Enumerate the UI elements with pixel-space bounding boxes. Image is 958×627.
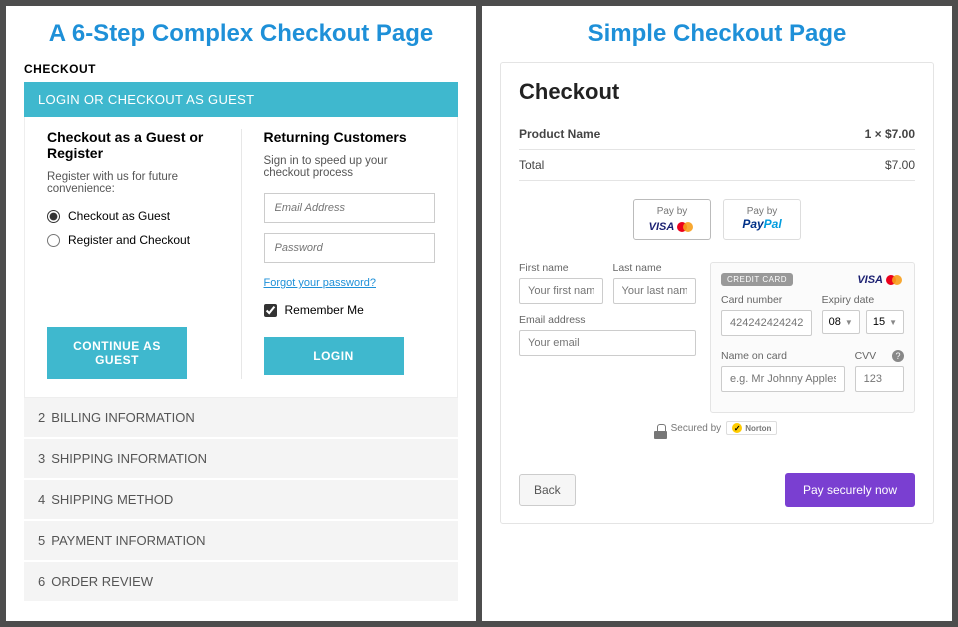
complex-checkout-panel: A 6-Step Complex Checkout Page CHECKOUT … bbox=[6, 6, 476, 621]
expiry-year-select[interactable]: 15▼ bbox=[866, 310, 904, 334]
last-name-label: Last name bbox=[613, 262, 697, 274]
radio-register-and-checkout[interactable]: Register and Checkout bbox=[47, 233, 219, 247]
product-name: Product Name bbox=[519, 127, 600, 141]
chevron-down-icon: ▼ bbox=[889, 318, 897, 327]
cvv-label-row: CVV ? bbox=[855, 350, 904, 362]
remember-me[interactable]: Remember Me bbox=[264, 303, 436, 317]
email-input-simple[interactable] bbox=[519, 330, 696, 356]
step-2[interactable]: 2BILLING INFORMATION bbox=[24, 398, 458, 439]
visa-icon-small: VISA bbox=[857, 274, 883, 286]
secured-by: Secured by ✓Norton bbox=[519, 421, 915, 435]
last-name-input[interactable] bbox=[613, 278, 697, 304]
payby-label-card: Pay by bbox=[640, 206, 704, 217]
payment-options: Pay by VISA Pay by PayPal bbox=[519, 199, 915, 240]
lock-icon bbox=[657, 424, 666, 433]
checkout-heading: CHECKOUT bbox=[24, 62, 458, 76]
step-4[interactable]: 4SHIPPING METHOD bbox=[24, 480, 458, 521]
guest-heading: Checkout as a Guest or Register bbox=[47, 129, 219, 161]
guest-hint: Register with us for future convenience: bbox=[47, 171, 219, 195]
cvv-input[interactable] bbox=[855, 366, 904, 392]
back-button[interactable]: Back bbox=[519, 474, 576, 506]
mastercard-icon bbox=[677, 221, 695, 233]
visa-icon: VISA bbox=[649, 221, 675, 233]
cvv-label: CVV bbox=[855, 350, 877, 362]
first-name-input[interactable] bbox=[519, 278, 603, 304]
total-line: Total $7.00 bbox=[519, 150, 915, 181]
credit-card-pill: CREDIT CARD bbox=[721, 273, 793, 286]
email-input[interactable] bbox=[264, 193, 436, 223]
returning-column: Returning Customers Sign in to speed up … bbox=[241, 129, 444, 379]
checkout-card: Checkout Product Name 1 × $7.00 Total $7… bbox=[500, 62, 934, 524]
card-number-input[interactable] bbox=[721, 310, 812, 336]
norton-badge: ✓Norton bbox=[726, 421, 777, 435]
pay-by-card-tile[interactable]: Pay by VISA bbox=[633, 199, 711, 240]
card-number-label: Card number bbox=[721, 294, 812, 306]
customer-form: First name Last name Email address bbox=[519, 262, 696, 413]
step-5[interactable]: 5PAYMENT INFORMATION bbox=[24, 521, 458, 562]
guest-column: Checkout as a Guest or Register Register… bbox=[39, 129, 227, 379]
mastercard-icon-small bbox=[886, 274, 904, 286]
simple-checkout-panel: Simple Checkout Page Checkout Product Na… bbox=[482, 6, 952, 621]
radio-register-input[interactable] bbox=[47, 234, 60, 247]
login-button[interactable]: LOGIN bbox=[264, 337, 404, 375]
payby-label-paypal: Pay by bbox=[730, 206, 794, 217]
checkout-heading-simple: Checkout bbox=[519, 79, 915, 105]
total-value: $7.00 bbox=[885, 158, 915, 172]
radio-guest-input[interactable] bbox=[47, 210, 60, 223]
expiry-month-select[interactable]: 08▼ bbox=[822, 310, 860, 334]
step1-body: Checkout as a Guest or Register Register… bbox=[24, 117, 458, 398]
product-qty-price: 1 × $7.00 bbox=[865, 127, 915, 141]
email-label: Email address bbox=[519, 314, 696, 326]
step-6[interactable]: 6ORDER REVIEW bbox=[24, 562, 458, 603]
first-name-label: First name bbox=[519, 262, 603, 274]
credit-card-box: CREDIT CARD VISA Card number Expiry date… bbox=[710, 262, 915, 413]
expiry-label: Expiry date bbox=[822, 294, 904, 306]
norton-check-icon: ✓ bbox=[732, 423, 742, 433]
panel-title-right: Simple Checkout Page bbox=[500, 20, 934, 48]
step-3[interactable]: 3SHIPPING INFORMATION bbox=[24, 439, 458, 480]
step1-bar[interactable]: LOGIN OR CHECKOUT AS GUEST bbox=[24, 82, 458, 117]
name-on-card-input[interactable] bbox=[721, 366, 845, 392]
pay-by-paypal-tile[interactable]: Pay by PayPal bbox=[723, 199, 801, 240]
collapsed-steps: 2BILLING INFORMATION 3SHIPPING INFORMATI… bbox=[24, 398, 458, 603]
pay-securely-button[interactable]: Pay securely now bbox=[785, 473, 915, 507]
order-line: Product Name 1 × $7.00 bbox=[519, 119, 915, 150]
panel-title-left: A 6-Step Complex Checkout Page bbox=[24, 20, 458, 48]
forgot-password-link[interactable]: Forgot your password? bbox=[264, 277, 377, 289]
radio-guest-label: Checkout as Guest bbox=[68, 209, 170, 223]
continue-as-guest-button[interactable]: CONTINUE AS GUEST bbox=[47, 327, 187, 379]
help-icon[interactable]: ? bbox=[892, 350, 904, 362]
returning-heading: Returning Customers bbox=[264, 129, 436, 145]
paypal-icon: PayPal bbox=[730, 217, 794, 231]
radio-checkout-as-guest[interactable]: Checkout as Guest bbox=[47, 209, 219, 223]
secured-label: Secured by bbox=[671, 423, 722, 434]
remember-label: Remember Me bbox=[285, 303, 364, 317]
password-input[interactable] bbox=[264, 233, 436, 263]
remember-checkbox[interactable] bbox=[264, 304, 277, 317]
radio-register-label: Register and Checkout bbox=[68, 233, 190, 247]
returning-hint: Sign in to speed up your checkout proces… bbox=[264, 155, 436, 179]
name-on-card-label: Name on card bbox=[721, 350, 845, 362]
chevron-down-icon: ▼ bbox=[845, 318, 853, 327]
total-label: Total bbox=[519, 158, 544, 172]
